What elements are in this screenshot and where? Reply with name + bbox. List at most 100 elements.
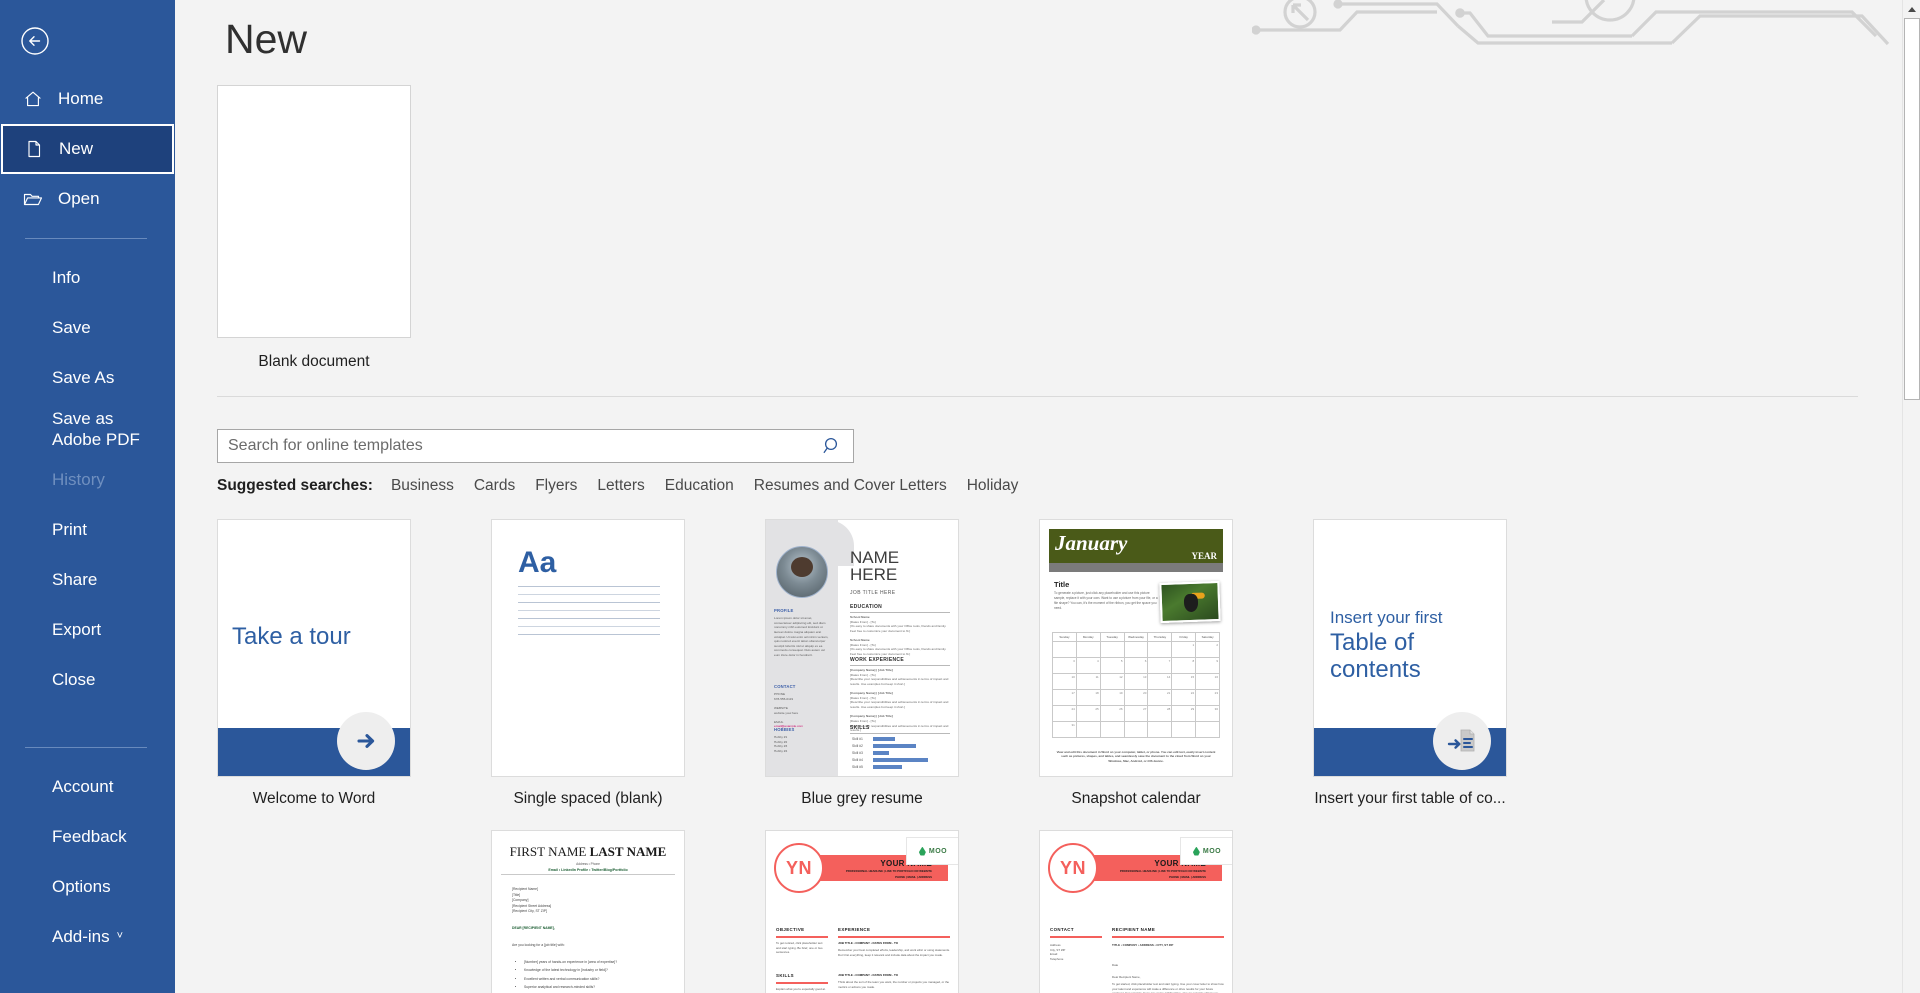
sidebar-item-label: New: [59, 139, 94, 158]
moo-contact-item: Email: [1050, 952, 1058, 957]
search-input[interactable]: [228, 437, 821, 455]
search-box[interactable]: [217, 429, 854, 463]
moo-rule: [1112, 936, 1224, 938]
resume-hobbies-body: Hobby #1 Hobby #2 Hobby #3 Hobby #4: [774, 735, 788, 753]
template-cell: Insert your first Table of contents Inse…: [1313, 519, 1587, 808]
backstage-sidebar: Home New Open Info Save Save As Save as …: [0, 0, 175, 993]
resume-job-title: JOB TITLE HERE: [850, 590, 896, 596]
sidebar-item-options[interactable]: Options: [0, 862, 175, 912]
resume-section-education: EDUCATION: [850, 604, 883, 610]
moo-tagline-2: PHONE | EMAIL | ADDRESS: [895, 875, 932, 879]
template-cell: Aa Single spaced (blank): [491, 519, 765, 808]
calendar-day: 27: [1124, 706, 1149, 722]
page-title: New: [225, 16, 308, 62]
resume-name-line2: HERE: [850, 564, 898, 584]
moo-exp-body-1: Remember your best completed efforts, le…: [838, 948, 950, 957]
moo-monogram-circle: YN: [1048, 843, 1098, 893]
resume-skill-label: Skill #5: [852, 765, 863, 769]
letter-intro: Are you looking for a [job title] with:: [512, 943, 565, 947]
home-icon: [20, 86, 46, 112]
sidebar-item-label: Feedback: [52, 827, 127, 847]
suggested-search-education[interactable]: Education: [665, 477, 734, 495]
calendar-day: [1076, 722, 1101, 738]
section-divider: [217, 396, 1858, 397]
sidebar-item-home[interactable]: Home: [0, 74, 175, 124]
suggested-search-flyers[interactable]: Flyers: [535, 477, 577, 495]
word-backstage-new-screen: Home New Open Info Save Save As Save as …: [0, 0, 1920, 993]
sidebar-item-share[interactable]: Share: [0, 555, 175, 605]
sidebar-item-account[interactable]: Account: [0, 762, 175, 812]
calendar-dow: Saturday: [1196, 633, 1220, 642]
calendar-day: 14: [1148, 674, 1173, 690]
calendar-dow: Tuesday: [1100, 633, 1125, 642]
blank-document-thumbnail[interactable]: [217, 85, 411, 338]
letter-contact-line: Address • Phone: [576, 862, 600, 866]
sidebar-item-label: Home: [58, 89, 104, 108]
sidebar-item-save-as[interactable]: Save As: [0, 353, 175, 403]
resume-preview: PROFILE Lorem ipsum dolor sit amet, cons…: [766, 520, 958, 776]
template-card-moo-cover-letter-red[interactable]: YN YOUR NAME PROFESSIONAL HEADLINE | LIN…: [1039, 830, 1233, 993]
blank-document-group: Blank document: [217, 85, 1920, 371]
sidebar-item-print[interactable]: Print: [0, 505, 175, 555]
search-row: [217, 429, 854, 463]
suggested-search-holiday[interactable]: Holiday: [967, 477, 1019, 495]
calendar-day: [1100, 722, 1125, 738]
calendar-day: 30: [1196, 706, 1220, 722]
moo-brand-badge: MOO: [906, 837, 958, 865]
sidebar-item-info[interactable]: Info: [0, 253, 175, 303]
moo-date: Date: [1112, 963, 1119, 967]
moo-badge-text: MOO: [928, 847, 948, 855]
sidebar-item-save[interactable]: Save: [0, 303, 175, 353]
suggested-search-business[interactable]: Business: [391, 477, 454, 495]
sidebar-item-open[interactable]: Open: [0, 174, 175, 224]
calendar-day: 25: [1076, 706, 1101, 722]
moo-monogram-text: YN: [785, 857, 812, 878]
sidebar-item-feedback[interactable]: Feedback: [0, 812, 175, 862]
calendar-body-text: To generate a picture, just click any pl…: [1054, 591, 1158, 611]
template-card-moo-resume-red[interactable]: YN YOUR NAME PROFESSIONAL HEADLINE | LIN…: [765, 830, 959, 993]
template-label: Welcome to Word: [252, 790, 376, 807]
calendar-day: 19: [1100, 690, 1125, 706]
letter-first-name: FIRST NAME: [509, 844, 587, 859]
suggested-search-letters[interactable]: Letters: [597, 477, 644, 495]
sidebar-item-close[interactable]: Close: [0, 655, 175, 705]
leaf-icon: [918, 846, 926, 856]
calendar-month: January: [1055, 531, 1128, 555]
calendar-day: 20: [1124, 690, 1149, 706]
template-card-welcome-to-word[interactable]: Take a tour: [217, 519, 411, 777]
scrollbar-thumb[interactable]: [1904, 18, 1920, 400]
template-card-blue-grey-resume[interactable]: PROFILE Lorem ipsum dolor sit amet, cons…: [765, 519, 959, 777]
moo-contact-item: Telephone: [1050, 956, 1064, 961]
resume-skill-bar: [873, 751, 889, 755]
sidebar-item-add-ins[interactable]: Add-ins ˅: [0, 912, 175, 962]
template-card-insert-first-toc[interactable]: Insert your first Table of contents: [1313, 519, 1507, 777]
calendar-dow: Sunday: [1053, 633, 1077, 642]
suggested-search-resumes-and-cover-letters[interactable]: Resumes and Cover Letters: [754, 477, 947, 495]
letter-bullet: Excellent written and verbal communicati…: [524, 976, 664, 982]
sidebar-item-label: Print: [52, 520, 87, 540]
template-card-snapshot-calendar[interactable]: January YEAR Subtitle Title To generate …: [1039, 519, 1233, 777]
scroll-up-arrow-icon[interactable]: [1903, 0, 1920, 18]
sidebar-item-label: Export: [52, 620, 102, 640]
template-card-single-spaced-blank[interactable]: Aa: [491, 519, 685, 777]
sidebar-item-label: Open: [58, 189, 100, 208]
template-preview-headline: Take a tour: [232, 623, 351, 650]
search-icon[interactable]: [821, 435, 843, 457]
vertical-scrollbar[interactable]: [1902, 0, 1920, 993]
suggested-search-cards[interactable]: Cards: [474, 477, 515, 495]
letter-bullet: [Number] years of hands-on experience in…: [524, 959, 664, 965]
calendar-day: 12: [1100, 674, 1125, 690]
template-label: Snapshot calendar: [1071, 790, 1201, 807]
resume-section-work-experience: WORK EXPERIENCE: [850, 657, 904, 663]
template-grid: Take a tour Welcome to Word Aa Single sp…: [217, 519, 1717, 993]
arrow-into-document-icon: [1433, 712, 1491, 770]
sidebar-item-new[interactable]: New: [1, 124, 174, 174]
sidebar-item-save-as-adobe-pdf[interactable]: Save as Adobe PDF: [0, 403, 175, 455]
resume-skill-bar: [873, 737, 895, 741]
letter-name: FIRST NAME LAST NAME: [501, 844, 675, 860]
back-button[interactable]: [12, 18, 58, 64]
template-label: Single spaced (blank): [513, 790, 663, 807]
calendar-day: [1148, 642, 1173, 658]
template-card-cover-letter-classic[interactable]: FIRST NAME LAST NAME Address • Phone Ema…: [491, 830, 685, 993]
sidebar-item-export[interactable]: Export: [0, 605, 175, 655]
